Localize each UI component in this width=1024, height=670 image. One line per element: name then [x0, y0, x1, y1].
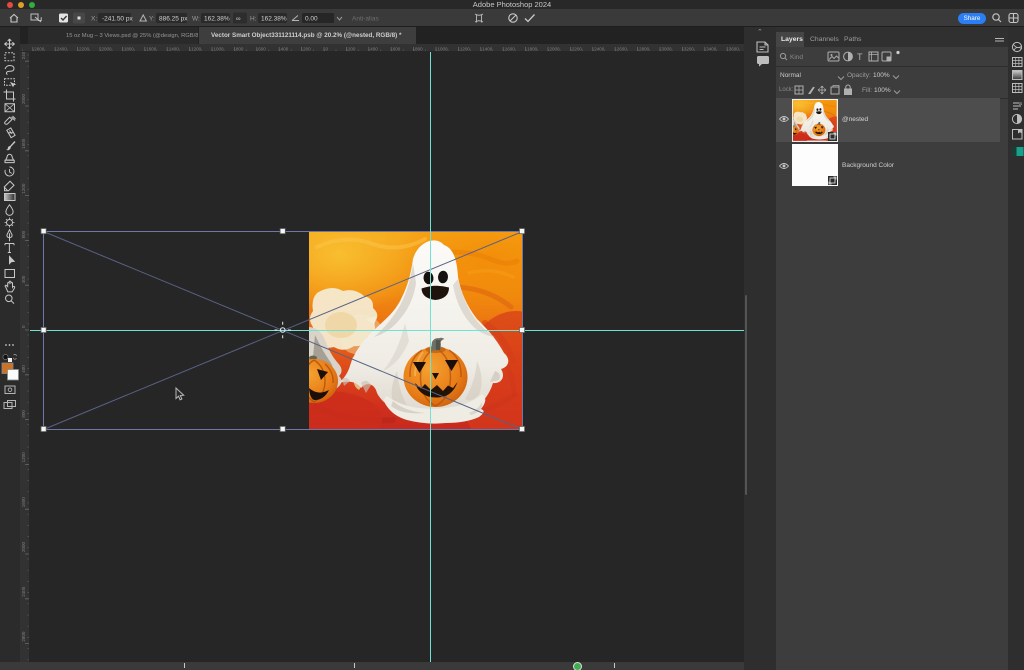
svg-text:3400: 3400 [706, 47, 717, 52]
svg-text:1400: 1400 [169, 47, 180, 52]
svg-text:Anti-alias: Anti-alias [352, 16, 379, 23]
svg-text:1200: 1200 [21, 452, 26, 463]
svg-text:∞: ∞ [236, 16, 241, 23]
svg-text:2800: 2800 [639, 47, 650, 52]
svg-text:1200: 1200 [191, 47, 202, 52]
svg-text:600: 600 [393, 47, 401, 52]
svg-text:400: 400 [370, 47, 378, 52]
svg-text:1200: 1200 [460, 47, 471, 52]
svg-text:400: 400 [21, 365, 26, 373]
svg-text:2000: 2000 [102, 47, 113, 52]
svg-text:600: 600 [258, 47, 266, 52]
svg-text:Y:: Y: [149, 16, 155, 23]
svg-text:W:: W: [192, 16, 200, 23]
svg-text:2000: 2000 [21, 541, 26, 552]
svg-text:1600: 1600 [21, 497, 26, 508]
svg-text:162.38%: 162.38% [261, 16, 287, 23]
svg-text:3600: 3600 [729, 47, 740, 52]
svg-text:1800: 1800 [527, 47, 538, 52]
svg-text:200: 200 [303, 47, 311, 52]
svg-text:400: 400 [281, 47, 289, 52]
svg-text:1000: 1000 [214, 47, 225, 52]
svg-text:800: 800 [415, 47, 423, 52]
svg-text:1600: 1600 [146, 47, 157, 52]
svg-text:1600: 1600 [21, 138, 26, 149]
svg-text:2400: 2400 [21, 52, 26, 59]
svg-text:2600: 2600 [617, 47, 628, 52]
svg-text:3000: 3000 [662, 47, 673, 52]
svg-text:H:: H: [250, 16, 257, 23]
svg-text:2200: 2200 [572, 47, 583, 52]
svg-text:800: 800 [236, 47, 244, 52]
svg-text:200: 200 [348, 47, 356, 52]
svg-text:3200: 3200 [684, 47, 695, 52]
svg-text:1000: 1000 [438, 47, 449, 52]
svg-text:0: 0 [326, 47, 329, 52]
svg-text:T: T [857, 52, 863, 62]
svg-text:X:: X: [91, 16, 97, 23]
svg-text:0.00: 0.00 [305, 16, 318, 23]
svg-text:Kind: Kind [790, 54, 803, 61]
svg-text:a: a [1019, 101, 1022, 107]
svg-text:400: 400 [21, 275, 26, 283]
svg-text:2000: 2000 [21, 93, 26, 104]
svg-text:2200: 2200 [79, 47, 90, 52]
svg-text:1200: 1200 [21, 183, 26, 194]
svg-text:-241.50 px: -241.50 px [102, 16, 133, 23]
svg-text:162.38%: 162.38% [204, 16, 230, 23]
svg-text:2400: 2400 [21, 586, 26, 597]
svg-text:800: 800 [21, 410, 26, 418]
svg-text:2400: 2400 [57, 47, 68, 52]
svg-text:886.25 px: 886.25 px [159, 16, 188, 23]
svg-text:800: 800 [21, 230, 26, 238]
svg-text:1600: 1600 [505, 47, 516, 52]
svg-text:1400: 1400 [482, 47, 493, 52]
svg-text:2800: 2800 [21, 631, 26, 642]
svg-text:0: 0 [21, 325, 26, 328]
svg-text:2600: 2600 [34, 47, 45, 52]
svg-text:1800: 1800 [124, 47, 135, 52]
svg-text:2000: 2000 [550, 47, 561, 52]
svg-text:2400: 2400 [594, 47, 605, 52]
